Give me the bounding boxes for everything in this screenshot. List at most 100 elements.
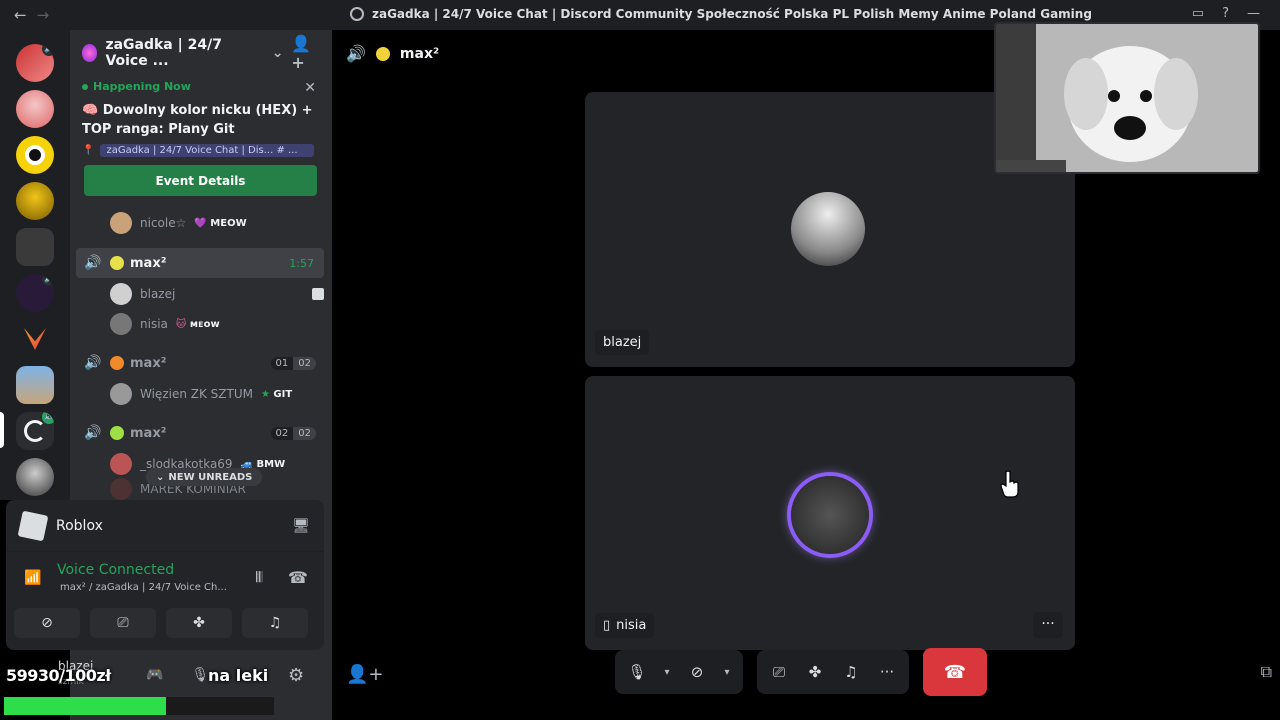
selected-server-pill (0, 412, 4, 448)
stream-game-icon[interactable]: 🖥 (292, 518, 310, 534)
server-icon-zagadka[interactable]: 🔈 (16, 412, 54, 450)
gamepad-icon[interactable]: 🎮 (146, 667, 163, 683)
audio-video-controls: 🎙 ▾ ⊘ ▾ (615, 650, 743, 694)
screen-share-icon: ⎚ (772, 663, 785, 681)
server-icon-3[interactable] (16, 136, 54, 174)
activities-button[interactable]: ✤ (799, 656, 831, 688)
share-screen-button[interactable]: ⎚ (90, 608, 156, 638)
back-arrow-icon[interactable]: ← (14, 6, 27, 24)
event-details-button[interactable]: Event Details (84, 165, 317, 196)
user-tag-text: ᴍᴇᴏᴡ (189, 318, 220, 330)
help-icon[interactable]: ? (1222, 6, 1229, 21)
voice-user-row[interactable]: Więzien ZK SZTUM ★ GIT (110, 381, 324, 407)
new-unreads-pill[interactable]: ⌄ NEW UNREADS (146, 468, 263, 486)
voice-channel-max-3[interactable]: 🔊 max² 02 02 (76, 418, 324, 448)
brain-emoji-icon: 🧠 (82, 103, 99, 118)
list-item[interactable]: nicole☆ 💜 MEOW (110, 210, 324, 236)
connection-signal-icon[interactable]: 📶 (24, 570, 41, 586)
voice-panel: Roblox 🖥 📶 Voice Connected max² / zaGadk… (6, 500, 324, 650)
user-tag-text: MEOW (210, 217, 247, 229)
inbox-icon[interactable]: ▭ (1192, 6, 1204, 21)
user-limit: 02 (293, 426, 316, 440)
voice-user-row[interactable]: blazej (110, 281, 324, 307)
live-dot-icon (82, 83, 88, 90)
avatar (791, 192, 865, 266)
server-icon-7[interactable] (16, 320, 54, 358)
minimize-icon[interactable]: — (1247, 6, 1260, 21)
voice-channel-max-2[interactable]: 🔊 max² 01 02 (76, 348, 324, 378)
user-limit-badge: 01 02 (270, 356, 316, 370)
invite-people-icon[interactable]: 👤+ (291, 34, 320, 72)
event-title: 🧠 Dowolny kolor nicku (HEX) + TOP ranga:… (82, 101, 322, 139)
voice-channel-max-1[interactable]: 🔊 max² 1:57 (76, 248, 324, 278)
window-title: zaGadka | 24/7 Voice Chat | Discord Comm… (350, 7, 1092, 21)
chevron-down-icon[interactable]: ▾ (717, 656, 737, 688)
microphone-icon[interactable]: 🎙 (191, 667, 209, 683)
microphone-icon: 🎙 (627, 663, 647, 681)
soundboard-button[interactable]: ♫ (242, 608, 308, 638)
server-icon-4[interactable] (16, 182, 54, 220)
server-name: zaGadka | 24/7 Voice ... (105, 37, 222, 69)
server-header[interactable]: zaGadka | 24/7 Voice ... ⌄ 👤+ (70, 30, 332, 76)
voice-channel-link[interactable]: max² / zaGadka | 24/7 Voice Ch... (60, 582, 227, 593)
share-screen-button[interactable]: ⎚ (763, 656, 795, 688)
banana-emoji-icon (375, 46, 390, 61)
call-view: 🔊 max² blazej ▯ nisia ··· 🎙 ▾ ⊘ ▾ ⎚ ✤ ♫ … (332, 22, 1280, 720)
noise-suppression-icon[interactable]: 𝄃𝄃 (256, 570, 262, 586)
user-tag: 💜 MEOW (194, 218, 246, 229)
gear-icon[interactable]: ⚙ (288, 665, 304, 686)
screen-share-icon: ⎚ (117, 615, 129, 631)
camera-off-button[interactable]: ⊘ (681, 656, 713, 688)
close-icon[interactable]: ✕ (304, 80, 316, 96)
voice-user-name: nisia (140, 317, 168, 331)
camera-preview[interactable] (994, 22, 1260, 174)
activity-row[interactable]: Roblox 🖥 (6, 500, 324, 552)
activities-button[interactable]: ✤ (166, 608, 232, 638)
participant-name: ▯ nisia (595, 613, 655, 638)
server-icon-6[interactable]: 🔈 (16, 274, 54, 312)
speaker-icon: 🔊 (84, 425, 102, 441)
orange-emoji-icon (110, 356, 124, 370)
more-button[interactable]: ··· (871, 656, 903, 688)
mobile-phone-icon: ▯ (603, 618, 611, 633)
soundboard-icon: ♫ (844, 663, 858, 681)
forward-arrow-icon[interactable]: → (37, 6, 50, 24)
server-icon-1[interactable]: 🔈 (16, 44, 54, 82)
donation-progress-fill (4, 697, 166, 715)
event-card: Happening Now ✕ 🧠 Dowolny kolor nicku (H… (82, 80, 322, 196)
server-icon-8[interactable] (16, 366, 54, 404)
voice-status: Voice Connected (57, 562, 175, 578)
chevron-down-icon: ⌄ (156, 471, 165, 483)
disconnect-icon[interactable]: ☎ (288, 568, 308, 587)
popout-icon[interactable]: ⧉ (1261, 662, 1272, 682)
microphone-button[interactable]: 🎙 (621, 656, 653, 688)
server-icon-5[interactable] (16, 228, 54, 266)
voice-user-name: blazej (140, 287, 176, 301)
event-location-chip[interactable]: zaGadka | 24/7 Voice Chat | Dis... # ... (100, 144, 315, 157)
camera-off-button[interactable]: ⊘ (14, 608, 80, 638)
speaker-badge-icon: 🔈 (42, 274, 54, 286)
event-location: 📍 zaGadka | 24/7 Voice Chat | Dis... # .… (82, 144, 322, 157)
add-people-icon[interactable]: 👤+ (346, 664, 384, 685)
camera-feed-image (996, 24, 1258, 172)
activities-icon: ✤ (808, 663, 822, 681)
user-count: 02 (270, 426, 294, 440)
chevron-down-icon[interactable]: ▾ (657, 656, 677, 688)
user-tag: ★ GIT (261, 389, 292, 400)
hand-cursor-icon (1000, 470, 1019, 498)
speaker-icon: 🔊 (84, 355, 102, 371)
window-title-text: zaGadka | 24/7 Voice Chat | Discord Comm… (372, 7, 1092, 21)
green-star-icon: ★ (260, 388, 270, 400)
voice-user-row[interactable]: nisia 🐱 ᴍᴇᴏᴡ (110, 311, 324, 337)
history-nav: ← → (0, 6, 49, 24)
participant-tile-nisia[interactable]: ▯ nisia ··· (585, 376, 1075, 650)
roblox-activity-icon (312, 288, 324, 300)
speaker-badge-icon: 🔈 (42, 412, 54, 424)
server-icon-10[interactable] (16, 458, 54, 496)
soundboard-button[interactable]: ♫ (835, 656, 867, 688)
more-options-button[interactable]: ··· (1033, 612, 1063, 638)
leave-call-button[interactable]: ☎ (923, 648, 987, 696)
server-icon-2[interactable] (16, 90, 54, 128)
channel-name: max² (130, 425, 167, 441)
user-tag: 🐱 ᴍᴇᴏᴡ (176, 319, 220, 330)
